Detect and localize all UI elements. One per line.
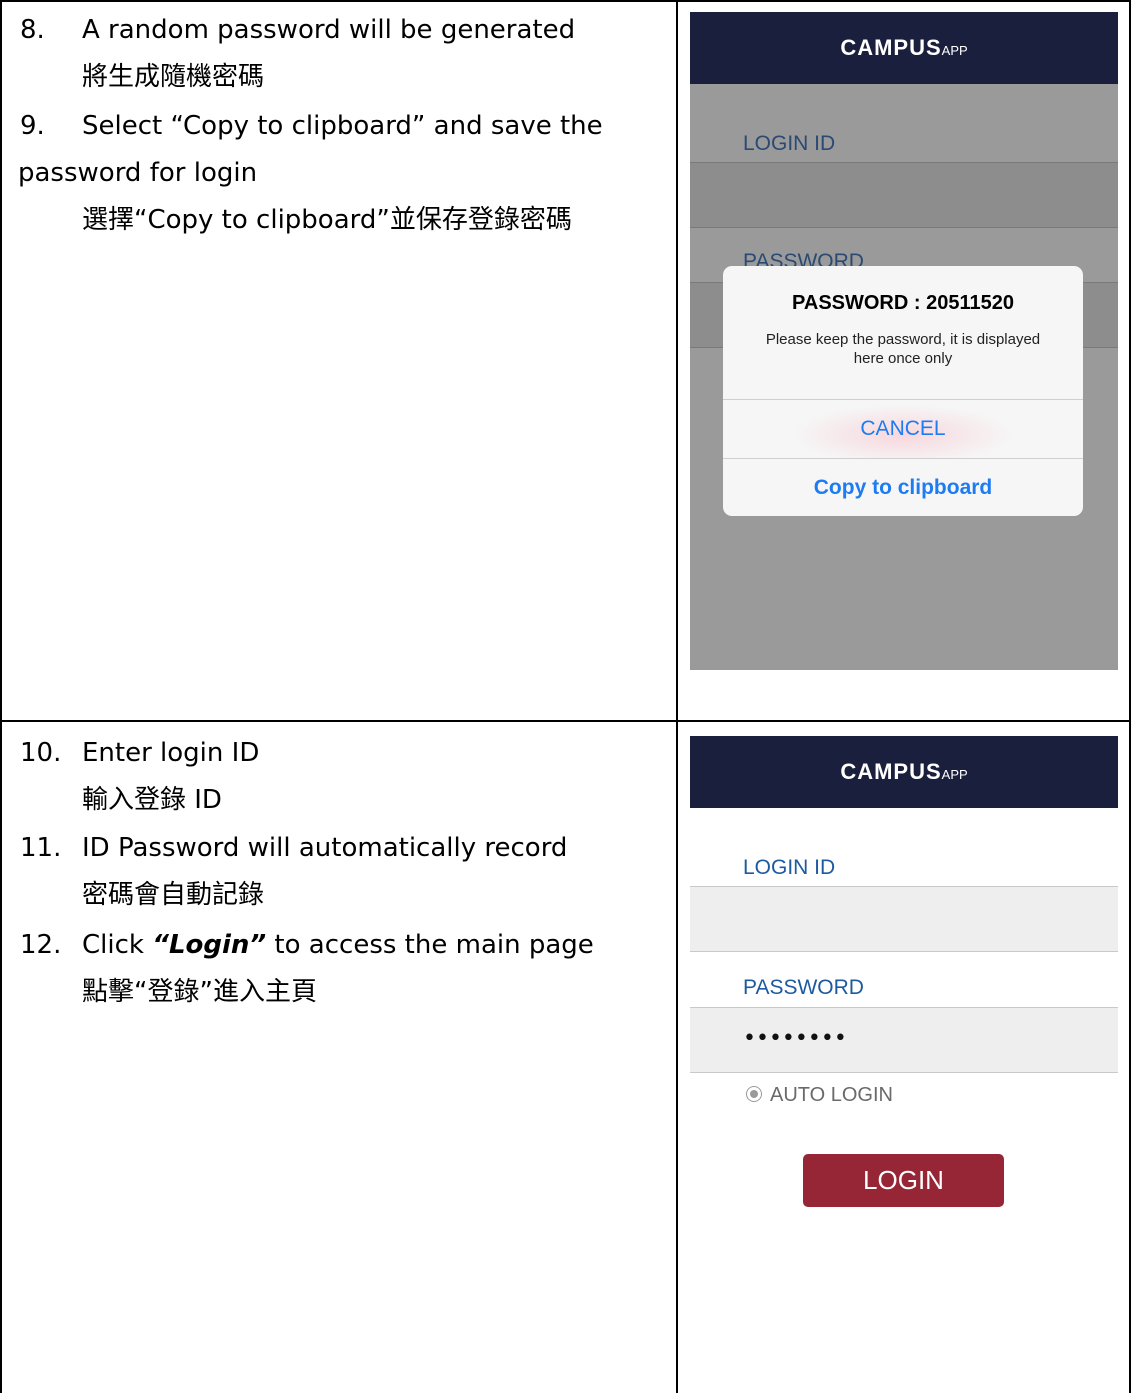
- radio-icon[interactable]: [746, 1086, 762, 1102]
- password-dialog: PASSWORD : 20511520 Please keep the pass…: [723, 266, 1083, 516]
- step-number: 8.: [20, 15, 45, 45]
- auto-login-option[interactable]: AUTO LOGIN: [746, 1084, 893, 1107]
- login-emphasis: “Login”: [152, 930, 267, 960]
- dialog-title: PASSWORD : 20511520: [792, 292, 1014, 314]
- table-border-left: [0, 0, 2, 1393]
- step-9: 9. Select “Copy to clipboard” and save t…: [18, 103, 670, 244]
- step-text-chinese: 將生成隨機密碼: [82, 62, 265, 92]
- step-text-continued: password for login: [18, 158, 258, 188]
- login-id-label: LOGIN ID: [743, 856, 836, 879]
- password-field[interactable]: ••••••••: [690, 1007, 1118, 1073]
- phone-screenshot-password-dialog: CAMPUSAPP LOGIN ID PASSWORD PASSWORD : 2…: [690, 12, 1118, 670]
- step-text: Select “Copy to clipboard” and save the: [82, 111, 603, 141]
- table-column-divider: [676, 0, 678, 1393]
- login-button[interactable]: LOGIN: [803, 1154, 1004, 1207]
- step-text: Click “Login” to access the main page: [82, 930, 594, 960]
- app-logo: CAMPUSAPP: [840, 759, 968, 784]
- password-value: ••••••••: [743, 1026, 847, 1051]
- step-number: 10.: [20, 738, 62, 768]
- step-10: 10. Enter login ID 輸入登錄 ID: [20, 730, 670, 824]
- step-number: 11.: [20, 833, 62, 863]
- step-number: 9.: [20, 111, 45, 141]
- app-logo: CAMPUSAPP: [840, 35, 968, 60]
- step-number: 12.: [20, 930, 62, 960]
- dialog-message: Please keep the password, it is displaye…: [765, 331, 1041, 367]
- login-id-label: LOGIN ID: [743, 132, 836, 155]
- copy-to-clipboard-button[interactable]: Copy to clipboard: [723, 459, 1083, 516]
- password-label: PASSWORD: [743, 976, 864, 999]
- step-text-chinese: 輸入登錄 ID: [82, 785, 222, 815]
- step-text: ID Password will automatically record: [82, 833, 568, 863]
- table-row-divider: [0, 720, 1131, 722]
- step-text-chinese: 選擇“Copy to clipboard”並保存登錄密碼: [82, 205, 572, 235]
- app-header: CAMPUSAPP: [690, 736, 1118, 808]
- auto-login-label: AUTO LOGIN: [770, 1084, 893, 1106]
- app-header: CAMPUSAPP: [690, 12, 1118, 84]
- phone-screenshot-login: CAMPUSAPP LOGIN ID PASSWORD •••••••• AUT…: [690, 736, 1118, 1236]
- step-text-chinese: 點擊“登錄”進入主頁: [82, 977, 317, 1007]
- login-id-field[interactable]: [690, 162, 1118, 228]
- step-text: A random password will be generated: [82, 15, 576, 45]
- step-12: 12. Click “Login” to access the main pag…: [20, 922, 670, 1016]
- step-8: 8. A random password will be generated 將…: [20, 7, 670, 101]
- table-border-top: [0, 0, 1131, 2]
- step-text-chinese: 密碼會自動記錄: [82, 880, 265, 910]
- step-text: Enter login ID: [82, 738, 260, 768]
- login-id-field[interactable]: [690, 886, 1118, 952]
- cancel-button[interactable]: CANCEL: [723, 400, 1083, 458]
- step-11: 11. ID Password will automatically recor…: [20, 825, 670, 919]
